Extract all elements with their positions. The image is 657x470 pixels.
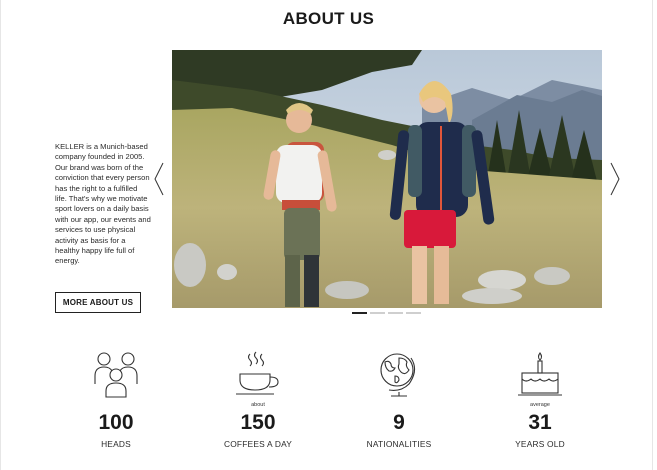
page-frame-left [0,0,1,470]
coffee-cup-icon [198,348,318,400]
slider-dot-2[interactable] [370,312,385,314]
slider-pagination [352,312,421,314]
stat-label: NATIONALITIES [366,439,432,449]
intro-paragraph: KELLER is a Munich-based company founded… [55,142,151,266]
page-title: ABOUT US [282,9,375,28]
slider-next-arrow-icon[interactable] [609,162,621,201]
stat-prefix [339,400,459,410]
stat-label: YEARS OLD [515,439,565,449]
stat-years-old: average 31 YEARS OLD [480,348,600,449]
stat-value: 9 [393,411,405,434]
slider-dot-4[interactable] [406,312,421,314]
slider-image-hikers [172,50,602,308]
stat-prefix: about [251,402,265,408]
people-icon [56,348,176,400]
stat-prefix: average [530,402,550,408]
stat-heads: 100 HEADS [56,348,176,449]
stat-prefix [56,400,176,410]
stat-nationalities: 9 NATIONALITIES [339,348,459,449]
stat-value: 150 [240,411,276,434]
stat-value: 100 [98,411,134,434]
stat-coffees: about 150 COFFEES A DAY [198,348,318,449]
more-about-us-button[interactable]: MORE ABOUT US [55,292,141,313]
globe-icon [339,348,459,400]
stat-value: 31 [528,411,552,434]
slider-dot-3[interactable] [388,312,403,314]
stat-label: HEADS [101,439,131,449]
slider-prev-arrow-icon[interactable] [153,162,165,201]
slider-dot-1[interactable] [352,312,367,314]
birthday-cake-icon [480,348,600,400]
page-frame-right [652,0,653,470]
stat-label: COFFEES A DAY [223,439,293,449]
